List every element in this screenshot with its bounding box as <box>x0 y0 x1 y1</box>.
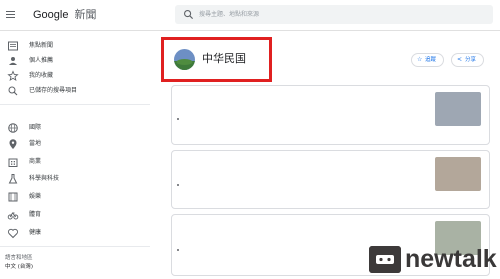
sidebar-item-label: 個人推薦 <box>29 57 54 64</box>
bike-icon <box>7 212 19 220</box>
star-icon <box>7 70 19 81</box>
top-app-bar: Google 新聞 <box>0 0 500 30</box>
sidebar-item-label: 體育 <box>29 211 42 218</box>
sidebar-item-local[interactable]: 當地 <box>0 137 150 151</box>
main-menu-button[interactable] <box>3 7 18 23</box>
sidebar-item-science-tech[interactable]: 科學與科技 <box>0 172 150 186</box>
sidebar-item-label: 已儲存的搜尋項目 <box>29 87 78 94</box>
follow-button[interactable]: ☆ 追蹤 <box>411 53 444 67</box>
topic-avatar <box>174 49 195 70</box>
sidebar-nav: 焦點新聞 個人推薦 我的收藏 已儲存的搜尋項目 國際 當地 商業 科學與科技 娛… <box>0 31 152 279</box>
hamburger-icon-line <box>6 17 15 18</box>
newspaper-icon <box>8 41 18 51</box>
story-card[interactable] <box>171 150 490 209</box>
logo-google-text: Google <box>33 9 69 21</box>
health-icon <box>8 228 18 239</box>
sidebar-divider <box>0 246 150 247</box>
newtalk-logo-icon <box>369 246 401 273</box>
globe-icon <box>8 123 18 133</box>
sidebar-item-top-stories[interactable]: 焦點新聞 <box>0 39 150 53</box>
language-region-label: 語言和地區 <box>5 255 33 261</box>
share-label: 分享 <box>465 57 477 63</box>
story-card[interactable] <box>171 85 490 145</box>
sidebar-item-world[interactable]: 國際 <box>0 121 150 135</box>
film-icon <box>8 192 18 202</box>
watermark-text: newtalk <box>405 245 497 273</box>
search-input[interactable] <box>199 8 485 21</box>
location-pin-icon <box>9 139 17 149</box>
google-news-logo[interactable]: Google 新聞 <box>33 8 97 22</box>
newtalk-watermark: newtalk <box>369 240 500 279</box>
follow-label: 追蹤 <box>425 57 437 63</box>
building-icon <box>8 158 18 167</box>
sidebar-item-label: 商業 <box>29 158 42 165</box>
search-box[interactable] <box>175 5 493 24</box>
sidebar-item-business[interactable]: 商業 <box>0 155 150 169</box>
page-title: 中华民国 <box>202 52 246 65</box>
share-button[interactable]: < 分享 <box>451 53 484 67</box>
sidebar-item-health[interactable]: 健康 <box>0 226 150 240</box>
story-thumbnail[interactable] <box>435 157 481 191</box>
sidebar-divider <box>0 104 150 105</box>
sidebar-item-label: 科學與科技 <box>29 175 60 182</box>
sidebar-item-label: 娛樂 <box>29 193 42 200</box>
hamburger-icon-line <box>6 14 15 15</box>
sidebar-item-label: 我的收藏 <box>29 72 54 79</box>
search-icon[interactable] <box>183 9 194 20</box>
sidebar-item-label: 焦點新聞 <box>29 42 54 49</box>
person-icon <box>9 57 17 65</box>
logo-suffix: 新聞 <box>74 9 97 21</box>
star-icon: ☆ <box>417 56 423 63</box>
sidebar-item-label: 國際 <box>29 124 42 131</box>
share-icon: < <box>457 56 463 63</box>
sidebar-item-sports[interactable]: 體育 <box>0 208 150 222</box>
saved-search-icon <box>8 86 18 96</box>
language-region-selector[interactable]: 中文 (台灣) <box>5 263 33 271</box>
sidebar-item-favorites[interactable]: 我的收藏 <box>0 69 150 83</box>
topic-title-highlight: 中华民国 <box>161 37 272 82</box>
flask-icon <box>8 174 18 184</box>
hamburger-icon <box>6 11 15 12</box>
sidebar-item-for-you[interactable]: 個人推薦 <box>0 54 150 68</box>
sidebar-item-label: 當地 <box>29 140 42 147</box>
sidebar-item-entertainment[interactable]: 娛樂 <box>0 190 150 204</box>
story-thumbnail[interactable] <box>435 92 481 126</box>
sidebar-item-saved-searches[interactable]: 已儲存的搜尋項目 <box>0 84 150 98</box>
sidebar-item-label: 健康 <box>29 229 42 236</box>
